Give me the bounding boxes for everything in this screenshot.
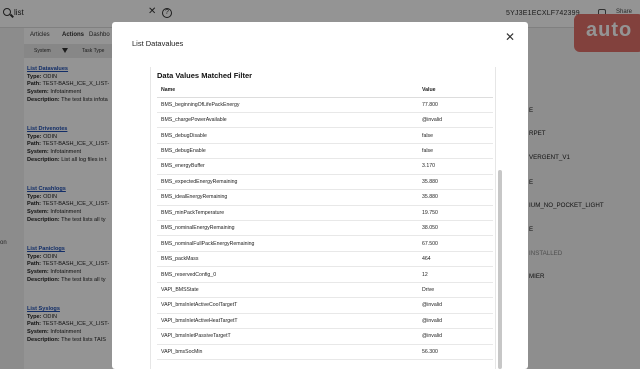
datavalue-name: BMS_debugDisable xyxy=(157,127,422,144)
table-header-row: Name Value xyxy=(157,84,493,98)
datavalue-value: @invalid xyxy=(422,112,493,129)
table-row: BMS_packMass 464 xyxy=(157,251,493,268)
datavalue-name: BMS_energyBuffer xyxy=(157,158,422,175)
datavalue-name: BMS_nominalFullPackEnergyRemaining xyxy=(157,235,422,252)
table-row: VAPI_BMSState Drive xyxy=(157,282,493,299)
datavalue-value: 56.300 xyxy=(422,344,493,360)
datavalue-value: 12 xyxy=(422,266,493,283)
datavalue-value: 77.800 xyxy=(422,97,493,113)
datavalue-name: VAPI_bmsSocMin xyxy=(157,344,422,360)
datavalue-value: @invalid xyxy=(422,313,493,330)
column-header-name: Name xyxy=(157,84,422,98)
datavalue-value: 3.170 xyxy=(422,158,493,175)
table-row: BMS_nominalEnergyRemaining 38.050 xyxy=(157,220,493,237)
datavalue-name: VAPI_BMSState xyxy=(157,282,422,299)
table-row: BMS_minPackTemperature 19.750 xyxy=(157,205,493,222)
data-values-table: Name Value BMS_beginningOfLifePackEnergy… xyxy=(157,84,493,360)
datavalue-value: 19.750 xyxy=(422,205,493,222)
datavalue-name: VAPI_bmsInletActiveCoolTargetT xyxy=(157,297,422,314)
table-row: BMS_expectedEnergyRemaining 35.880 xyxy=(157,174,493,191)
datavalue-value: 35.880 xyxy=(422,189,493,206)
datavalue-name: BMS_packMass xyxy=(157,251,422,268)
table-row: BMS_reservedConfig_0 12 xyxy=(157,266,493,283)
datavalue-name: BMS_chargePowerAvailable xyxy=(157,112,422,129)
datavalue-value: Drive xyxy=(422,282,493,299)
table-row: VAPI_bmsSocMin 56.300 xyxy=(157,344,493,360)
datavalue-value: @invalid xyxy=(422,297,493,314)
datavalue-name: BMS_expectedEnergyRemaining xyxy=(157,174,422,191)
datavalue-value: 464 xyxy=(422,251,493,268)
datavalue-name: BMS_reservedConfig_0 xyxy=(157,266,422,283)
datavalue-value: false xyxy=(422,143,493,160)
datavalue-value: false xyxy=(422,127,493,144)
table-row: BMS_nominalFullPackEnergyRemaining 67.500 xyxy=(157,235,493,252)
datavalue-value: 38.050 xyxy=(422,220,493,237)
column-header-value: Value xyxy=(422,84,493,98)
table-row: BMS_debugEnable false xyxy=(157,143,493,160)
table-row: VAPI_bmsInletPassiveTargetT @invalid xyxy=(157,328,493,345)
table-row: VAPI_bmsInletActiveCoolTargetT @invalid xyxy=(157,297,493,314)
datavalue-name: BMS_idealEnergyRemaining xyxy=(157,189,422,206)
table-row: BMS_energyBuffer 3.170 xyxy=(157,158,493,175)
datavalue-name: BMS_minPackTemperature xyxy=(157,205,422,222)
table-row: BMS_idealEnergyRemaining 35.880 xyxy=(157,189,493,206)
datavalue-name: BMS_nominalEnergyRemaining xyxy=(157,220,422,237)
table-row: BMS_chargePowerAvailable @invalid xyxy=(157,112,493,129)
table-row: BMS_debugDisable false xyxy=(157,127,493,144)
table-row: BMS_beginningOfLifePackEnergy 77.800 xyxy=(157,97,493,113)
modal-scrollbar[interactable] xyxy=(498,170,502,369)
datavalue-name: VAPI_bmsInletActiveHeatTargetT xyxy=(157,313,422,330)
card-title: Data Values Matched Filter xyxy=(157,71,253,80)
datavalue-value: @invalid xyxy=(422,328,493,345)
datavalue-name: BMS_debugEnable xyxy=(157,143,422,160)
modal-title: List Datavalues xyxy=(132,39,184,48)
datavalue-value: 35.880 xyxy=(422,174,493,191)
datavalue-name: BMS_beginningOfLifePackEnergy xyxy=(157,97,422,113)
datavalue-value: 67.500 xyxy=(422,235,493,252)
datavalue-name: VAPI_bmsInletPassiveTargetT xyxy=(157,328,422,345)
close-icon[interactable]: ✕ xyxy=(505,31,515,43)
table-row: VAPI_bmsInletActiveHeatTargetT @invalid xyxy=(157,313,493,330)
